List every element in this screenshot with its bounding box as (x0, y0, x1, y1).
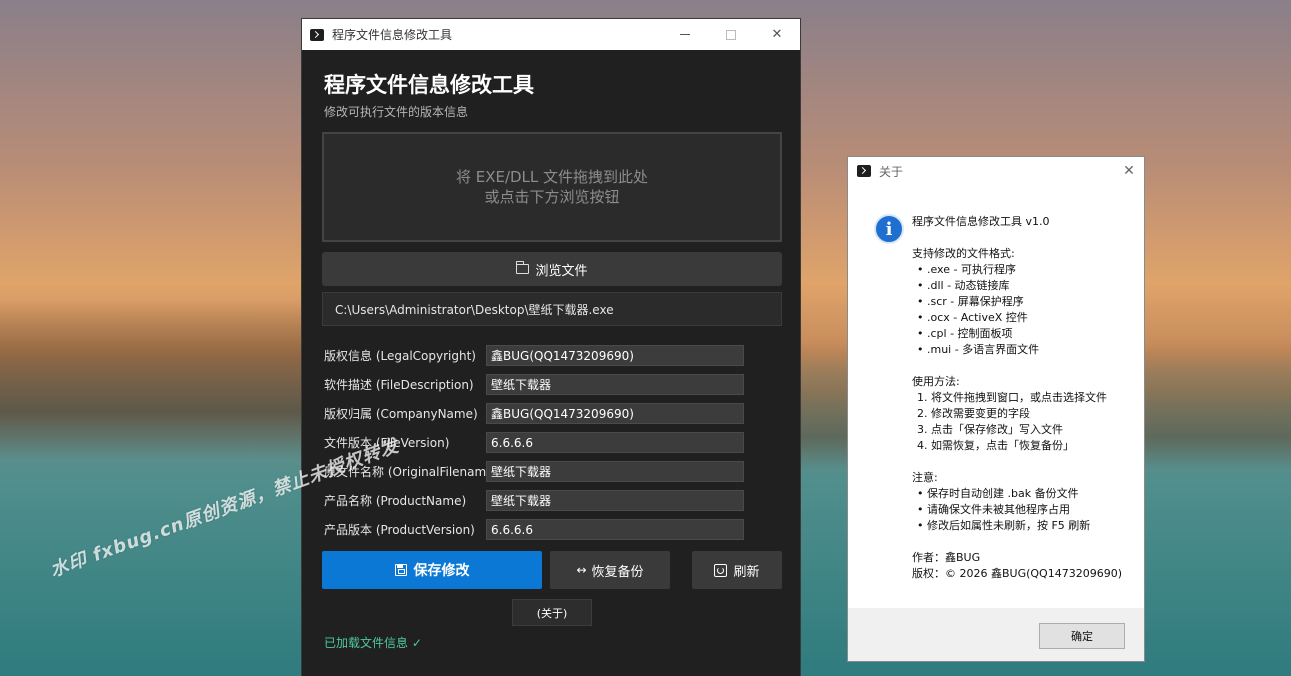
usage-item: 2. 修改需要变更的字段 (917, 407, 1030, 420)
notes-header: 注意: (912, 471, 938, 484)
format-item: • .exe - 可执行程序 (917, 263, 1016, 276)
note-item: • 保存时自动创建 .bak 备份文件 (917, 487, 1079, 500)
refresh-icon (714, 563, 728, 577)
close-icon: ✕ (1123, 163, 1135, 179)
note-item: • 修改后如属性未刷新，按 F5 刷新 (917, 519, 1091, 532)
terminal-icon (857, 165, 871, 177)
close-icon: ✕ (771, 27, 783, 42)
desktop-scenery-left (0, 300, 305, 460)
product-name-input[interactable] (486, 490, 744, 511)
format-item: • .mui - 多语言界面文件 (917, 343, 1040, 356)
folder-icon (516, 261, 530, 274)
copyright-line: 版权：© 2026 鑫BUG(QQ1473209690) (912, 567, 1122, 580)
window-controls: ✕ (662, 19, 800, 50)
about-button[interactable]: (关于) (512, 599, 592, 626)
field-label: 版权信息 (LegalCopyright) (324, 349, 476, 363)
about-titlebar[interactable]: 关于 ✕ (848, 157, 1144, 185)
about-dialog: 关于 ✕ i 程序文件信息修改工具 v1.0 支持修改的文件格式: • .exe… (847, 156, 1145, 662)
format-item: • .scr - 屏幕保护程序 (917, 295, 1024, 308)
save-changes-button[interactable]: 保存修改 (322, 551, 542, 589)
refresh-label: 刷新 (733, 564, 760, 580)
usage-item: 1. 将文件拖拽到窗口，或点击选择文件 (917, 391, 1107, 404)
maximize-button[interactable] (708, 19, 754, 50)
field-label: 版权归属 (CompanyName) (324, 407, 478, 421)
file-description-input[interactable] (486, 374, 744, 395)
dropzone-line-2: 或点击下方浏览按钮 (484, 188, 620, 206)
status-message: 已加载文件信息 ✓ (324, 636, 422, 650)
file-dropzone[interactable]: 将 EXE/DLL 文件拖拽到此处 或点击下方浏览按钮 (322, 132, 782, 242)
field-row-product-name: 产品名称 (ProductName) (324, 486, 784, 515)
main-titlebar[interactable]: 程序文件信息修改工具 ✕ (302, 19, 800, 50)
restore-backup-button[interactable]: ↔ 恢复备份 (550, 551, 670, 589)
save-icon (394, 564, 407, 576)
field-row-legal-copyright: 版权信息 (LegalCopyright) (324, 341, 784, 370)
window-title: 程序文件信息修改工具 (332, 28, 453, 42)
original-filename-input[interactable] (486, 461, 744, 482)
usage-item: 4. 如需恢复，点击「恢复备份」 (917, 439, 1074, 452)
field-label: 产品版本 (ProductVersion) (324, 523, 475, 537)
field-row-original-filename: 原文件名称 (OriginalFilenam (324, 457, 784, 486)
browse-file-label: 浏览文件 (535, 263, 588, 279)
about-title: 关于 (879, 164, 904, 179)
minimize-button[interactable] (662, 19, 708, 50)
usage-header: 使用方法: (912, 375, 960, 388)
format-item: • .cpl - 控制面板项 (917, 327, 1013, 340)
ok-button[interactable]: 确定 (1039, 623, 1125, 649)
formats-header: 支持修改的文件格式: (912, 247, 1015, 260)
about-close-button[interactable]: ✕ (1114, 157, 1144, 185)
dropzone-line-1: 将 EXE/DLL 文件拖拽到此处 (455, 168, 649, 186)
swap-arrow-icon: ↔ (576, 563, 587, 577)
refresh-button[interactable]: 刷新 (692, 551, 782, 589)
file-path-field: C:\Users\Administrator\Desktop\壁纸下载器.exe (322, 292, 782, 326)
save-changes-label: 保存修改 (413, 563, 470, 579)
info-icon: i (874, 214, 904, 244)
field-label: 软件描述 (FileDescription) (324, 378, 474, 392)
formats-list: • .exe - 可执行程序 • .dll - 动态链接库 • .scr - 屏… (912, 262, 1142, 358)
browse-file-button[interactable]: 浏览文件 (322, 252, 782, 286)
field-label: 产品名称 (ProductName) (324, 494, 467, 508)
field-row-file-description: 软件描述 (FileDescription) (324, 370, 784, 399)
page-subtitle: 修改可执行文件的版本信息 (324, 105, 469, 119)
author-line: 作者：鑫BUG (912, 551, 981, 564)
maximize-icon (726, 29, 736, 40)
usage-item: 3. 点击「保存修改」写入文件 (917, 423, 1063, 436)
legal-copyright-input[interactable] (486, 345, 744, 366)
product-version-input[interactable] (486, 519, 744, 540)
usage-list: 1. 将文件拖拽到窗口，或点击选择文件 2. 修改需要变更的字段 3. 点击「保… (912, 390, 1142, 454)
company-name-input[interactable] (486, 403, 744, 424)
about-content: 程序文件信息修改工具 v1.0 支持修改的文件格式: • .exe - 可执行程… (912, 214, 1142, 582)
close-button[interactable]: ✕ (754, 19, 800, 50)
file-version-input[interactable] (486, 432, 744, 453)
app-version: 程序文件信息修改工具 v1.0 (912, 215, 1050, 228)
page-title: 程序文件信息修改工具 (324, 73, 534, 97)
format-item: • .dll - 动态链接库 (917, 279, 1010, 292)
minimize-icon (680, 34, 690, 35)
notes-list: • 保存时自动创建 .bak 备份文件 • 请确保文件未被其他程序占用 • 修改… (912, 486, 1142, 534)
field-row-product-version: 产品版本 (ProductVersion) (324, 515, 784, 544)
note-item: • 请确保文件未被其他程序占用 (917, 503, 1070, 516)
terminal-icon (310, 28, 324, 41)
field-row-company-name: 版权归属 (CompanyName) (324, 399, 784, 428)
format-item: • .ocx - ActiveX 控件 (917, 311, 1028, 324)
restore-backup-label: 恢复备份 (591, 564, 644, 580)
main-window: 程序文件信息修改工具 ✕ 程序文件信息修改工具 修改可执行文件的版本信息 将 E… (301, 18, 801, 676)
